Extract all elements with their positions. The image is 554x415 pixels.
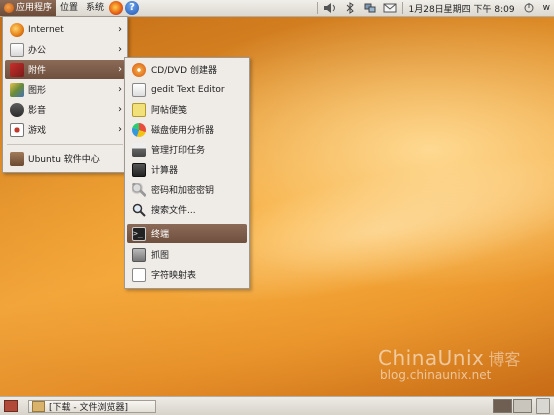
menu-item-label: CD/DVD 创建器 bbox=[151, 63, 217, 76]
tray-separator bbox=[317, 2, 318, 14]
show-desktop-icon[interactable] bbox=[4, 400, 18, 412]
games-icon bbox=[10, 123, 24, 137]
bottom-panel: [下载 - 文件浏览器] bbox=[0, 396, 554, 415]
accessories-icon bbox=[10, 63, 24, 77]
menu-item-internet[interactable]: Internet › bbox=[5, 20, 125, 39]
menu-item-disk-usage[interactable]: 磁盘使用分析器 bbox=[127, 120, 247, 139]
top-panel: 应用程序 位置 系统 ? 1月28日星期四 下午 8:09 w bbox=[0, 0, 554, 17]
help-icon[interactable]: ? bbox=[125, 1, 139, 15]
chevron-right-icon: › bbox=[118, 24, 122, 35]
menu-item-software-center[interactable]: Ubuntu 软件中心 bbox=[5, 149, 125, 168]
menu-item-label: 办公 bbox=[28, 43, 46, 56]
menu-item-cd-burner[interactable]: CD/DVD 创建器 bbox=[127, 60, 247, 79]
office-icon bbox=[10, 43, 24, 57]
menu-item-calculator[interactable]: 计算器 bbox=[127, 160, 247, 179]
menu-item-character-map[interactable]: 字符映射表 bbox=[127, 265, 247, 284]
taskbar-window-label: [下载 - 文件浏览器] bbox=[49, 400, 128, 413]
menu-item-passwords-keys[interactable]: 密码和加密密钥 bbox=[127, 180, 247, 199]
workspace-1[interactable] bbox=[493, 399, 512, 413]
accessories-submenu: CD/DVD 创建器 gedit Text Editor 阿帖便笺 磁盘使用分析… bbox=[124, 57, 250, 289]
menu-item-label: 管理打印任务 bbox=[151, 143, 205, 156]
tray-separator bbox=[402, 2, 403, 14]
menu-item-label: 密码和加密密钥 bbox=[151, 183, 214, 196]
applications-dropdown: Internet › 办公 › 附件 › 图形 › 影音 › 游戏 › Ubun… bbox=[2, 16, 128, 173]
keys-icon bbox=[132, 183, 146, 197]
menu-item-text-editor[interactable]: gedit Text Editor bbox=[127, 80, 247, 99]
chevron-right-icon: › bbox=[118, 104, 122, 115]
chevron-right-icon: › bbox=[118, 84, 122, 95]
watermark-url: blog.chinaunix.net bbox=[380, 368, 520, 382]
trash-icon[interactable] bbox=[536, 398, 550, 414]
menu-item-label: 搜索文件... bbox=[151, 203, 196, 216]
menu-item-label: 磁盘使用分析器 bbox=[151, 123, 214, 136]
chevron-right-icon: › bbox=[118, 44, 122, 55]
system-menu[interactable]: 系统 bbox=[82, 0, 108, 16]
bluetooth-icon[interactable] bbox=[343, 2, 357, 14]
menu-item-sticky-notes[interactable]: 阿帖便笺 bbox=[127, 100, 247, 119]
menu-item-label: 附件 bbox=[28, 63, 46, 76]
system-tray: 1月28日星期四 下午 8:09 w bbox=[315, 0, 554, 16]
calculator-icon bbox=[132, 163, 146, 177]
menu-item-label: Ubuntu 软件中心 bbox=[28, 152, 100, 165]
screenshot-icon bbox=[132, 248, 146, 262]
mail-icon[interactable] bbox=[383, 2, 397, 14]
power-icon[interactable] bbox=[522, 2, 536, 14]
terminal-icon: >_ bbox=[132, 227, 146, 241]
menu-item-sound-video[interactable]: 影音 › bbox=[5, 100, 125, 119]
text-editor-icon bbox=[132, 83, 146, 97]
watermark-brand: ChinaUnix bbox=[378, 346, 484, 370]
software-center-icon bbox=[10, 152, 24, 166]
menu-item-label: 抓图 bbox=[151, 248, 169, 261]
menu-item-label: 图形 bbox=[28, 83, 46, 96]
character-map-icon bbox=[132, 268, 146, 282]
menu-item-label: 游戏 bbox=[28, 123, 46, 136]
chevron-right-icon: › bbox=[118, 64, 122, 75]
firefox-launcher-icon[interactable] bbox=[109, 1, 123, 15]
clock[interactable]: 1月28日星期四 下午 8:09 bbox=[405, 2, 519, 15]
menu-item-label: gedit Text Editor bbox=[151, 85, 225, 95]
menu-item-screenshot[interactable]: 抓图 bbox=[127, 245, 247, 264]
menu-item-terminal[interactable]: >_ 终端 bbox=[127, 224, 247, 243]
menu-item-label: 计算器 bbox=[151, 163, 178, 176]
menu-item-graphics[interactable]: 图形 › bbox=[5, 80, 125, 99]
user-menu[interactable]: w bbox=[539, 3, 554, 13]
watermark-blog: 博客 bbox=[488, 350, 520, 369]
volume-icon[interactable] bbox=[323, 2, 337, 14]
menu-item-label: 阿帖便笺 bbox=[151, 103, 187, 116]
workspace-2[interactable] bbox=[513, 399, 532, 413]
menu-item-label: 终端 bbox=[151, 227, 169, 240]
internet-globe-icon bbox=[10, 23, 24, 37]
network-icon[interactable] bbox=[363, 2, 377, 14]
ubuntu-logo-icon bbox=[4, 3, 14, 13]
menu-item-label: 字符映射表 bbox=[151, 268, 196, 281]
graphics-icon bbox=[10, 83, 24, 97]
menu-separator bbox=[7, 144, 123, 145]
folder-icon bbox=[32, 401, 45, 412]
menu-item-label: 影音 bbox=[28, 103, 46, 116]
search-icon bbox=[132, 203, 146, 217]
menu-item-print-jobs[interactable]: 管理打印任务 bbox=[127, 140, 247, 159]
applications-menu[interactable]: 应用程序 bbox=[0, 0, 56, 16]
sound-video-icon bbox=[10, 103, 24, 117]
applications-menu-label: 应用程序 bbox=[16, 3, 52, 13]
chevron-right-icon: › bbox=[118, 124, 122, 135]
cd-burner-icon bbox=[132, 63, 146, 77]
menu-item-label: Internet bbox=[28, 25, 64, 35]
taskbar-window-button[interactable]: [下载 - 文件浏览器] bbox=[28, 400, 156, 413]
places-menu[interactable]: 位置 bbox=[56, 0, 82, 16]
workspace-switcher bbox=[492, 399, 532, 413]
menu-item-office[interactable]: 办公 › bbox=[5, 40, 125, 59]
menu-item-search-files[interactable]: 搜索文件... bbox=[127, 200, 247, 219]
disk-usage-icon bbox=[132, 123, 146, 137]
menu-item-games[interactable]: 游戏 › bbox=[5, 120, 125, 139]
sticky-notes-icon bbox=[132, 103, 146, 117]
menu-item-accessories[interactable]: 附件 › bbox=[5, 60, 125, 79]
printer-icon bbox=[132, 143, 146, 157]
watermark: ChinaUnix博客 blog.chinaunix.net bbox=[378, 346, 520, 382]
